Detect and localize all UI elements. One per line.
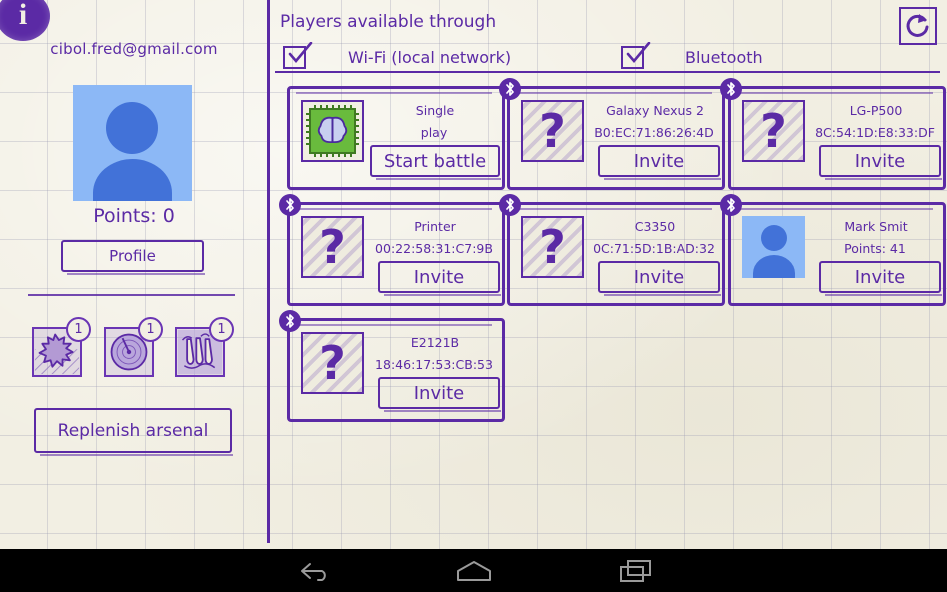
card-title: Galaxy Nexus 2 <box>594 103 716 118</box>
device-card-c3350[interactable]: ? C3350 0C:71:5D:1B:AD:32 Invite <box>507 202 725 306</box>
invite-button[interactable]: Invite <box>598 261 720 293</box>
replenish-arsenal-button[interactable]: Replenish arsenal <box>34 408 232 453</box>
available-players-panel: Players available through Wi-Fi (local n… <box>270 0 947 543</box>
nav-recents-button[interactable] <box>576 549 696 592</box>
arsenal-item-bomb[interactable]: 1 <box>32 327 82 377</box>
question-mark-glyph: ? <box>523 104 582 159</box>
device-card-single-play[interactable]: Single play Start battle <box>287 86 505 190</box>
card-subtitle: B0:EC:71:86:26:4D <box>590 125 718 140</box>
divider <box>28 294 235 296</box>
game-lobby-screen: i cibol.fred@gmail.com Points: 0 Profile <box>0 0 947 592</box>
nav-back-button[interactable] <box>255 549 375 592</box>
invite-button[interactable]: Invite <box>819 145 941 177</box>
card-title: C3350 <box>594 219 716 234</box>
device-card-mark-smit[interactable]: Mark Smit Points: 41 Invite <box>728 202 946 306</box>
person-avatar-icon <box>742 216 805 278</box>
ai-chip-brain-icon <box>301 100 364 162</box>
card-title: Single <box>374 103 496 118</box>
card-title: LG-P500 <box>815 103 937 118</box>
card-subtitle: 8C:54:1D:E8:33:DF <box>811 125 939 140</box>
recent-apps-icon <box>619 559 653 583</box>
device-card-grid: Single play Start battle ? Galaxy Nexus … <box>270 0 947 543</box>
card-subtitle: 18:46:17:53:CB:53 <box>370 357 498 372</box>
card-subtitle: play <box>370 125 498 140</box>
card-subtitle: 00:22:58:31:C7:9B <box>370 241 498 256</box>
arsenal-count-badge: 1 <box>66 317 91 342</box>
card-subtitle: 0C:71:5D:1B:AD:32 <box>590 241 718 256</box>
question-mark-glyph: ? <box>744 104 803 159</box>
card-title: Printer <box>374 219 496 234</box>
device-card-e2121b[interactable]: ? E2121B 18:46:17:53:CB:53 Invite <box>287 318 505 422</box>
avatar-head <box>761 225 787 251</box>
device-card-galaxy-nexus-2[interactable]: ? Galaxy Nexus 2 B0:EC:71:86:26:4D Invit… <box>507 86 725 190</box>
bluetooth-icon <box>499 194 521 216</box>
unknown-device-icon: ? <box>521 216 584 278</box>
avatar <box>73 85 192 201</box>
bluetooth-icon <box>720 194 742 216</box>
points-label: Points: 0 <box>0 205 268 227</box>
invite-button[interactable]: Invite <box>598 145 720 177</box>
start-battle-button[interactable]: Start battle <box>370 145 500 177</box>
bluetooth-icon <box>279 194 301 216</box>
card-title: Mark Smit <box>815 219 937 234</box>
player-profile-panel: cibol.fred@gmail.com Points: 0 Profile <box>0 0 268 543</box>
android-navigation-bar <box>0 549 947 592</box>
unknown-device-icon: ? <box>301 216 364 278</box>
unknown-device-icon: ? <box>521 100 584 162</box>
bluetooth-icon <box>720 78 742 100</box>
account-email: cibol.fred@gmail.com <box>0 40 268 58</box>
arsenal-row: 1 1 <box>32 315 242 377</box>
question-mark-glyph: ? <box>303 336 362 391</box>
card-title: E2121B <box>374 335 496 350</box>
question-mark-glyph: ? <box>303 220 362 275</box>
invite-button[interactable]: Invite <box>378 377 500 409</box>
back-arrow-icon <box>298 560 332 582</box>
question-mark-glyph: ? <box>523 220 582 275</box>
unknown-device-icon: ? <box>301 332 364 394</box>
avatar-head <box>106 102 158 154</box>
card-subtitle: Points: 41 <box>811 241 939 256</box>
home-icon <box>455 560 493 582</box>
device-card-printer[interactable]: ? Printer 00:22:58:31:C7:9B Invite <box>287 202 505 306</box>
device-card-lg-p500[interactable]: ? LG-P500 8C:54:1D:E8:33:DF Invite <box>728 86 946 190</box>
arsenal-item-torpedo[interactable]: 1 <box>175 327 225 377</box>
bluetooth-icon <box>279 310 301 332</box>
arsenal-item-radar[interactable]: 1 <box>104 327 154 377</box>
nav-home-button[interactable] <box>414 549 534 592</box>
profile-button[interactable]: Profile <box>61 240 204 272</box>
avatar-body <box>93 159 172 201</box>
arsenal-count-badge: 1 <box>138 317 163 342</box>
invite-button[interactable]: Invite <box>819 261 941 293</box>
avatar-body <box>753 255 795 278</box>
invite-button[interactable]: Invite <box>378 261 500 293</box>
arsenal-count-badge: 1 <box>209 317 234 342</box>
bluetooth-icon <box>499 78 521 100</box>
unknown-device-icon: ? <box>742 100 805 162</box>
